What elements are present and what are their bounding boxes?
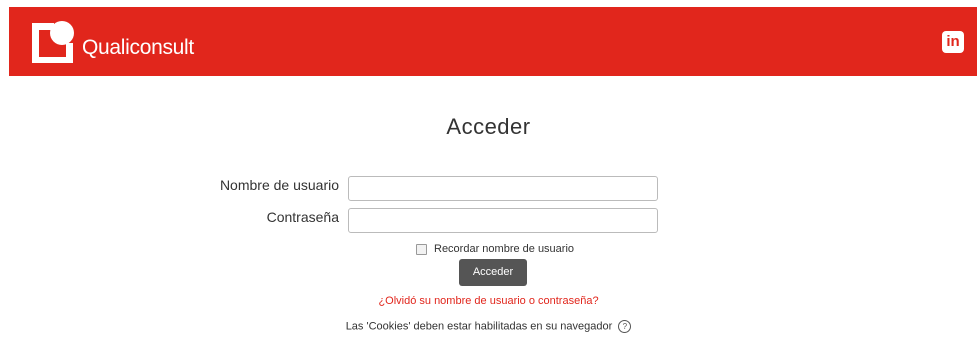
linkedin-glyph: in xyxy=(946,33,960,50)
cookies-notice: Las 'Cookies' deben estar habilitadas en… xyxy=(0,320,977,333)
remember-username-row[interactable]: Recordar nombre de usuario xyxy=(416,243,574,255)
forgot-credentials-link[interactable]: ¿Olvidó su nombre de usuario o contraseñ… xyxy=(0,295,977,307)
page-title: Acceder xyxy=(446,114,531,139)
linkedin-icon[interactable]: in xyxy=(942,31,964,53)
login-button[interactable]: Acceder xyxy=(459,259,527,286)
cookies-text: Las 'Cookies' deben estar habilitadas en… xyxy=(345,320,613,333)
brand-name[interactable]: Qualiconsult xyxy=(82,36,194,60)
username-input[interactable] xyxy=(348,176,658,201)
site-header: Qualiconsult in xyxy=(9,7,977,76)
remember-label: Recordar nombre de usuario xyxy=(434,243,575,255)
qualiconsult-logo-icon[interactable] xyxy=(26,17,76,63)
remember-checkbox[interactable] xyxy=(416,243,427,255)
password-label: Contraseña xyxy=(266,209,339,225)
password-input[interactable] xyxy=(348,208,658,233)
username-label: Nombre de usuario xyxy=(219,177,339,193)
help-icon[interactable]: ? xyxy=(618,320,632,333)
